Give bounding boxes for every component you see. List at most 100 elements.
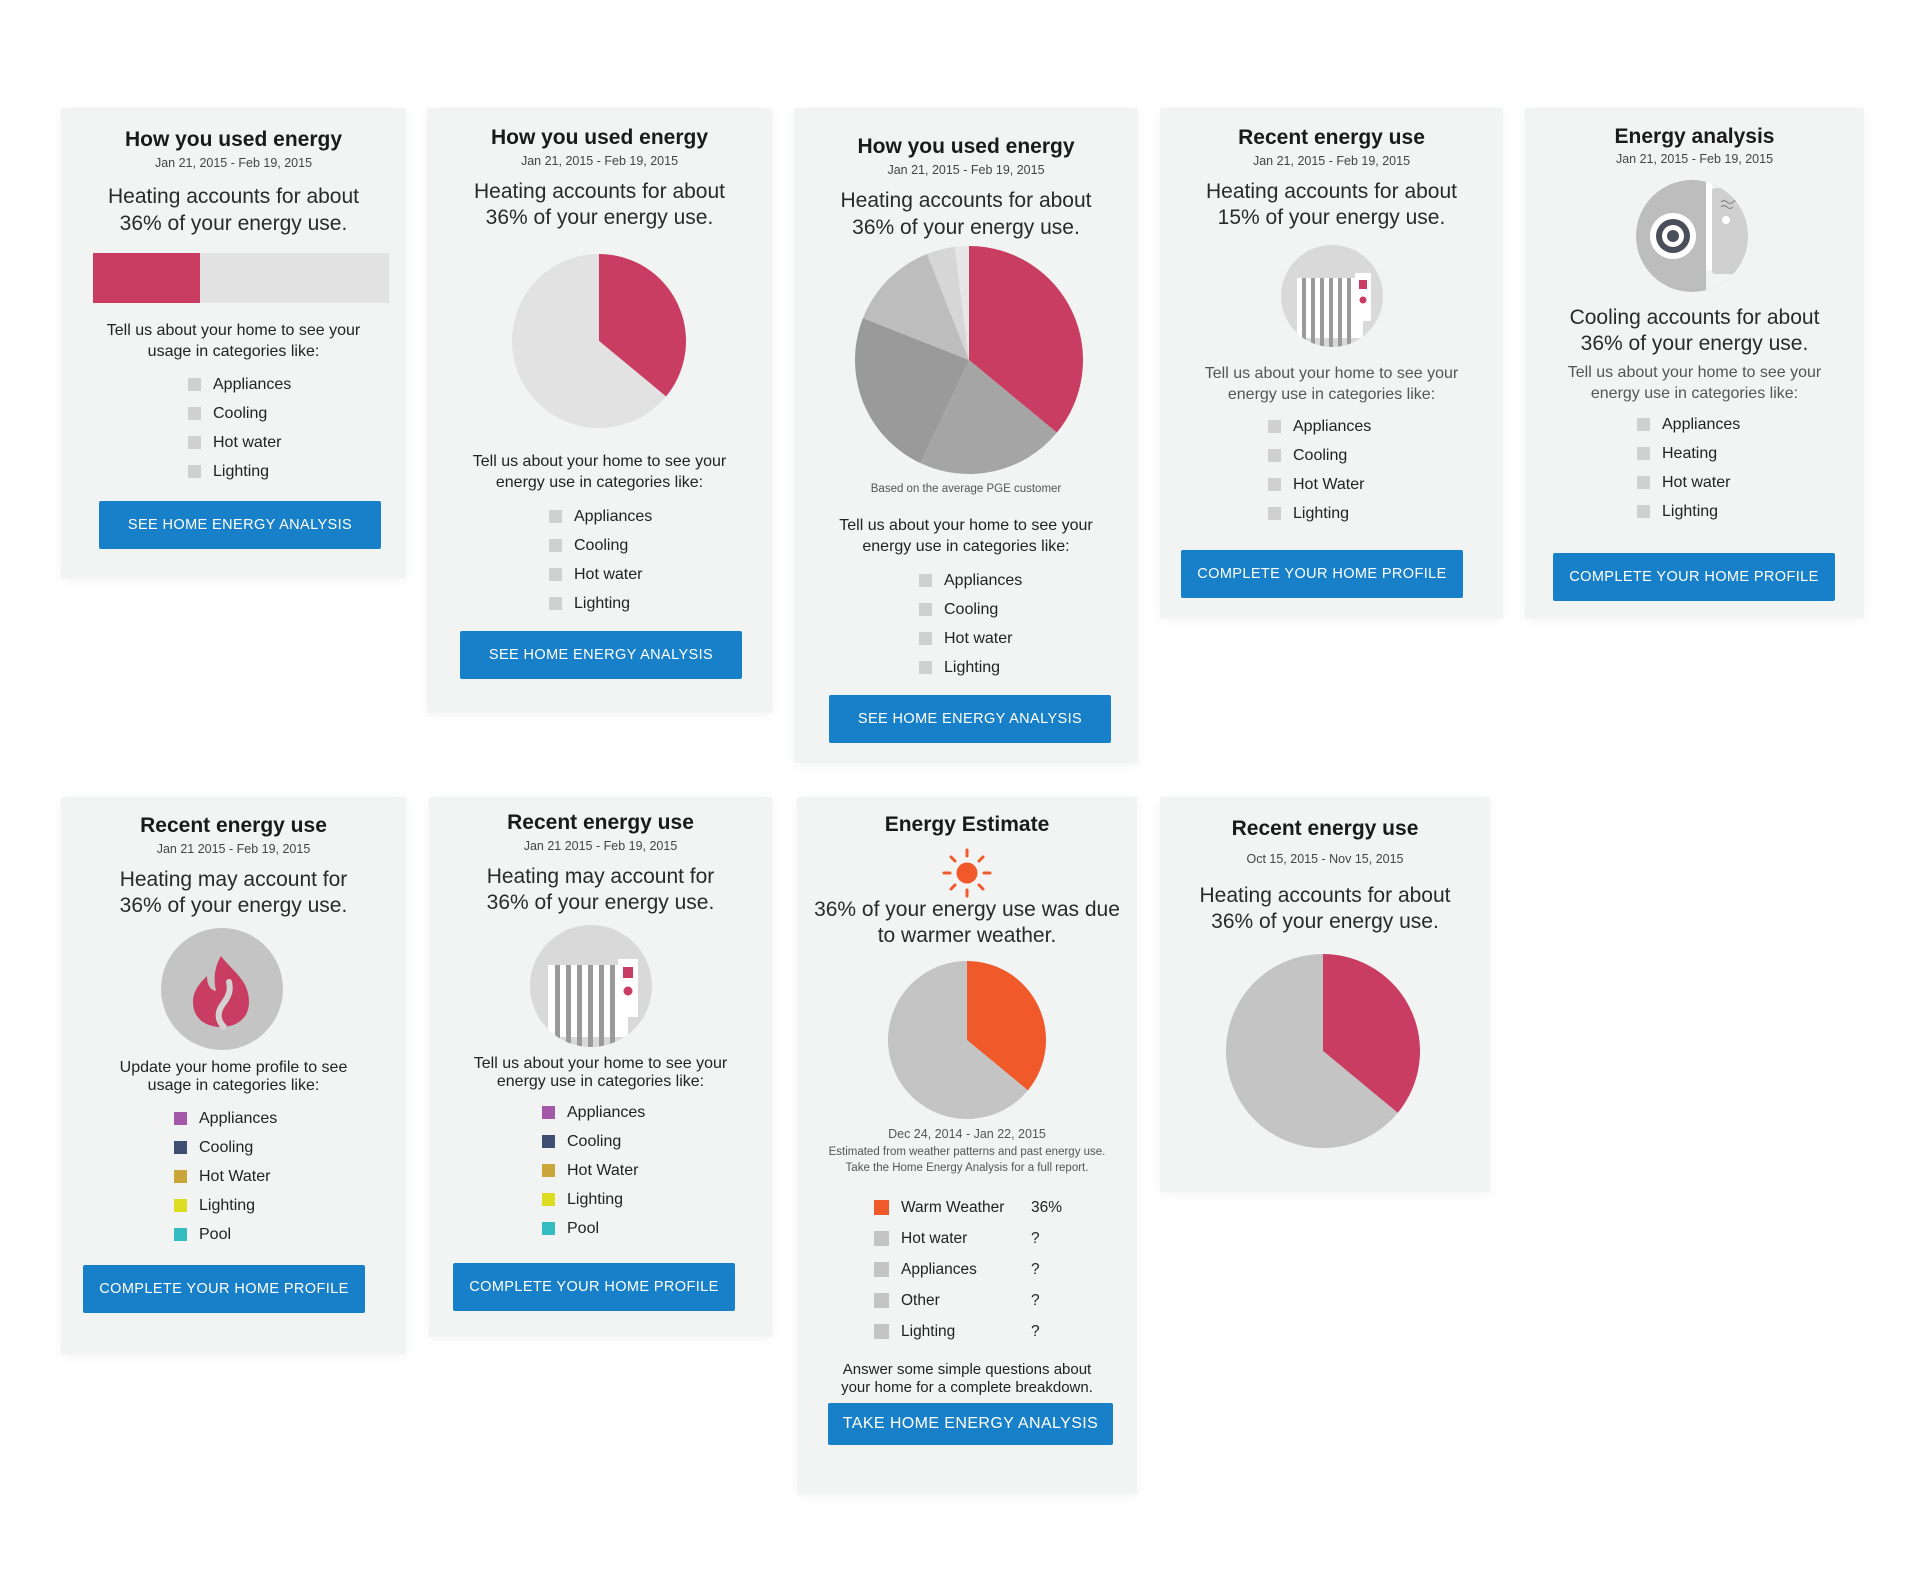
breakdown-row: Lighting? [874,1316,1062,1347]
category-item: Cooling [188,399,291,428]
footer-line-1: Answer some simple questions about [842,1361,1092,1378]
category-item: Appliances [549,502,652,531]
category-item: Lighting [174,1191,277,1220]
breakdown-value: ? [1031,1322,1040,1340]
headline-line-2: 36% of your energy use. [1211,910,1439,933]
category-label: Cooling [567,1132,622,1150]
category-swatch [1268,449,1281,462]
card-title: How you used energy [490,126,709,149]
category-label: Lighting [1662,502,1719,520]
take-home-energy-analysis-button[interactable]: TAKE HOME ENERGY ANALYSIS [828,1403,1113,1445]
breakdown-value: 36% [1031,1198,1063,1216]
radiator-icon [530,925,652,1047]
card-date: Jan 21, 2015 - Feb 19, 2015 [154,156,313,170]
category-label: Hot water [944,629,1013,647]
category-item: Hot water [549,560,652,589]
category-swatch [1268,420,1281,433]
headline-line-1: Heating accounts for about [840,189,1092,212]
category-label: Hot Water [1293,475,1365,493]
see-home-energy-analysis-button[interactable]: SEE HOME ENERGY ANALYSIS [460,631,742,679]
category-label: Pool [199,1225,232,1243]
energy-breakdown-pie-chart [855,246,1083,474]
complete-your-home-profile-button[interactable]: COMPLETE YOUR HOME PROFILE [1181,550,1463,598]
category-item: Appliances [174,1104,277,1133]
complete-your-home-profile-button[interactable]: COMPLETE YOUR HOME PROFILE [83,1265,365,1313]
card-date: Jan 21, 2015 - Feb 19, 2015 [887,163,1045,177]
breakdown-swatch [874,1262,889,1277]
category-list: Appliances Cooling Hot Water Lighting Po… [542,1098,645,1243]
category-swatch [1637,447,1650,460]
breakdown-row: Other? [874,1285,1062,1316]
category-item: Pool [542,1214,645,1243]
prompt-line-2: energy use in categories like: [1590,385,1799,402]
category-swatch [549,568,562,581]
headline-line-2: 36% of your energy use. [485,206,714,229]
usage-bar-fill-heating [93,253,200,303]
see-home-energy-analysis-button[interactable]: SEE HOME ENERGY ANALYSIS [829,695,1111,743]
category-swatch [1268,478,1281,491]
category-item: Lighting [919,653,1022,682]
category-label: Hot Water [567,1161,639,1179]
category-item: Appliances [919,566,1022,595]
card-how-you-used-energy-breakdown: How you used energy Jan 21, 2015 - Feb 1… [794,108,1138,763]
breakdown-label: Appliances [901,1260,977,1278]
heating-share-pie-chart [1226,954,1420,1148]
headline-line-1: 36% of your energy use was due [814,898,1120,921]
complete-your-home-profile-button[interactable]: COMPLETE YOUR HOME PROFILE [453,1263,735,1311]
headline-line-1: Heating accounts for about [108,185,359,208]
footer-line-2: your home for a complete breakdown. [841,1379,1093,1396]
card-date: Jan 21 2015 - Feb 19, 2015 [523,839,678,853]
estimate-breakdown-list: Warm Weather 36% Hot water? Appliances? O… [874,1192,1062,1347]
category-list: Appliances Cooling Hot water Lighting [549,502,652,618]
category-label: Lighting [574,594,631,612]
prompt-line-2: energy use in categories like: [1227,386,1436,403]
category-swatch [549,597,562,610]
headline-line-1: Cooling accounts for about [1569,306,1820,329]
headline-line-2: 36% of your energy use. [119,894,348,917]
breakdown-swatch [874,1200,889,1215]
category-label: Cooling [213,404,268,422]
category-swatch [1637,476,1650,489]
headline-line-2: to warmer weather. [877,924,1057,947]
prompt-line-1: Tell us about your home to see your [472,453,727,470]
category-label: Cooling [574,536,629,554]
category-swatch [542,1135,555,1148]
breakdown-label: Warm Weather [901,1198,1005,1216]
category-swatch [188,436,201,449]
sun-icon [942,848,992,898]
card-title: Recent energy use [507,811,694,834]
breakdown-swatch [874,1293,889,1308]
card-title: Recent energy use [1231,817,1419,840]
category-item: Appliances [542,1098,645,1127]
category-label: Lighting [213,462,270,480]
prompt-line-1: Update your home profile to see [119,1059,348,1076]
card-how-you-used-energy-pie: How you used energy Jan 21, 2015 - Feb 1… [427,108,772,713]
headline-line-1: Heating may account for [119,868,348,891]
category-item: Pool [174,1220,277,1249]
prompt-line-1: Tell us about your home to see your [106,322,361,339]
card-title: How you used energy [857,135,1075,158]
category-item: Lighting [188,457,291,486]
category-swatch [174,1199,187,1212]
breakdown-label: Lighting [901,1322,956,1340]
headline-line-2: 15% of your energy use. [1217,206,1446,229]
see-home-energy-analysis-button[interactable]: SEE HOME ENERGY ANALYSIS [99,501,381,549]
headline-line-1: Heating may account for [486,865,715,888]
complete-your-home-profile-button[interactable]: COMPLETE YOUR HOME PROFILE [1553,553,1835,601]
category-item: Appliances [1268,412,1371,441]
headline-line-2: 36% of your energy use. [1580,332,1809,355]
category-item: Lighting [542,1185,645,1214]
category-swatch [919,632,932,645]
card-title: How you used energy [124,128,343,151]
category-swatch [542,1222,555,1235]
heating-share-pie-chart [512,254,686,428]
air-conditioner-icon [1636,180,1748,292]
pie-note: Based on the average PGE customer [870,483,1062,495]
category-label: Hot Water [199,1167,271,1185]
category-list: Appliances Cooling Hot Water Lighting Po… [174,1104,277,1249]
card-energy-analysis-cooling: Energy analysis Jan 21, 2015 - Feb 19, 2… [1525,108,1864,618]
category-swatch [188,465,201,478]
breakdown-value: ? [1031,1291,1040,1309]
prompt-line-1: Tell us about your home to see your [839,517,1093,534]
category-item: Lighting [549,589,652,618]
